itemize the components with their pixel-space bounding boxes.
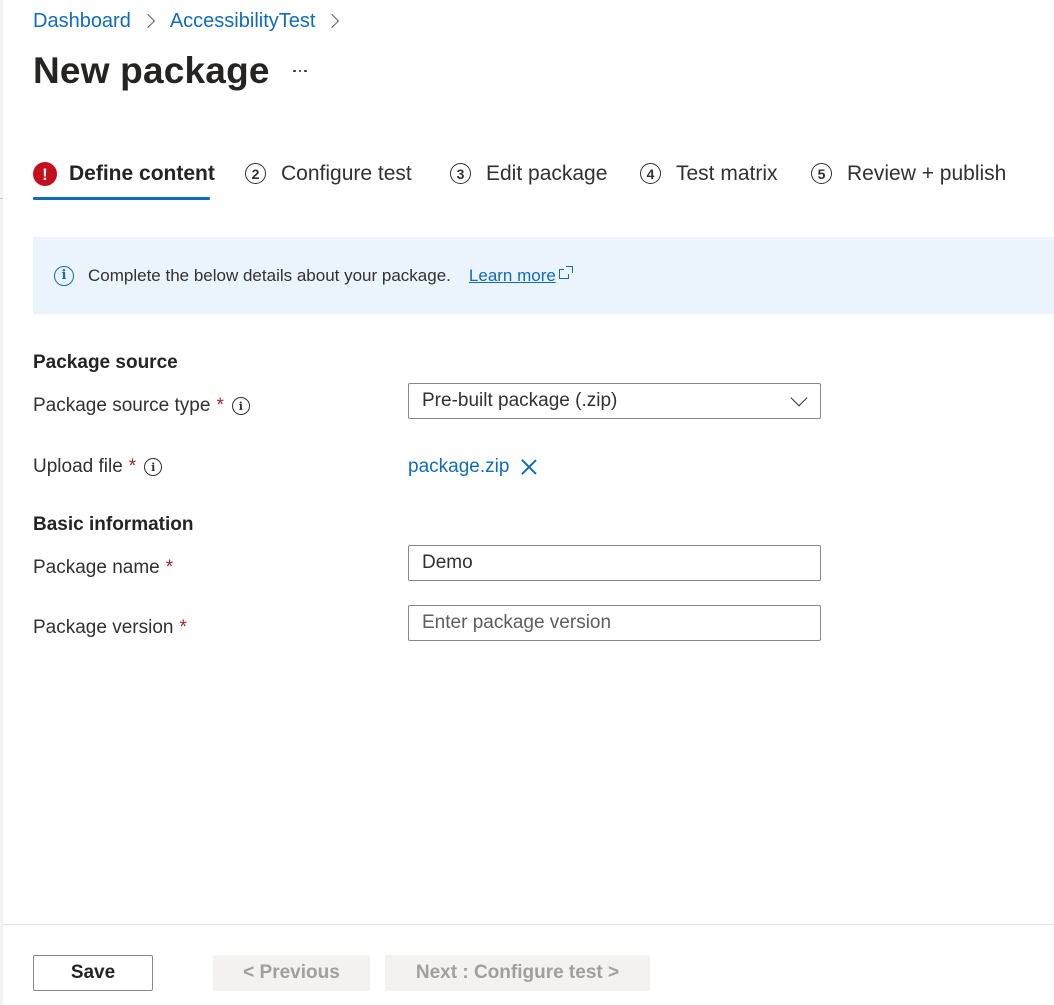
save-button[interactable]: Save [33, 955, 153, 991]
breadcrumb-accessibilitytest[interactable]: AccessibilityTest [170, 10, 316, 33]
tab-label: Test matrix [676, 162, 778, 185]
chevron-down-icon [790, 389, 808, 406]
learn-more-label: Learn more [468, 265, 556, 285]
next-configure-test-button[interactable]: Next : Configure test > [385, 955, 650, 991]
required-marker: * [216, 395, 224, 416]
tab-label: Configure test [281, 162, 412, 185]
required-marker: * [165, 557, 174, 578]
package-source-type-label: Package source type * i [33, 393, 250, 419]
required-marker: * [179, 617, 187, 638]
footer-divider [3, 924, 1054, 925]
step-number-icon: 2 [245, 163, 266, 184]
step-number-icon: 4 [640, 163, 661, 184]
label-text: Package version [33, 617, 174, 638]
tab-test-matrix[interactable]: 4 Test matrix [640, 155, 778, 201]
step-number-icon: 3 [450, 163, 471, 184]
left-edge-divider [0, 0, 3, 1005]
package-source-heading: Package source [33, 352, 178, 373]
package-name-input[interactable] [408, 545, 821, 581]
ellipsis-icon [293, 69, 296, 73]
label-text: Package source type [33, 395, 211, 416]
ellipsis-icon-dot [298, 69, 302, 73]
tab-edit-package[interactable]: 3 Edit package [450, 155, 607, 201]
breadcrumb-dashboard[interactable]: Dashboard [33, 10, 131, 33]
ellipsis-icon-dot [304, 69, 307, 73]
page-title: New package [33, 50, 270, 91]
previous-button[interactable]: < Previous [213, 955, 370, 991]
external-link-icon [558, 265, 573, 280]
tab-label: Review + publish [847, 162, 1007, 185]
label-text: Upload file [33, 456, 123, 477]
close-icon[interactable] [521, 459, 537, 475]
external-link-icon-box-right [567, 273, 570, 279]
info-icon: i [54, 265, 74, 286]
info-message-text: Complete the below details about your pa… [88, 265, 451, 285]
tab-configure-test[interactable]: 2 Configure test [245, 155, 412, 201]
chevron-right-icon [325, 13, 340, 29]
info-message-bar: i Complete the below details about your … [33, 237, 1054, 314]
info-icon[interactable]: i [144, 458, 163, 476]
external-link-icon-arrow [565, 265, 573, 273]
upload-file-label: Upload file * i [33, 454, 163, 480]
chevron-right-icon [140, 13, 155, 29]
info-icon[interactable]: i [231, 397, 250, 415]
breadcrumb: Dashboard AccessibilityTest [33, 8, 340, 34]
external-link-icon-box-top [558, 268, 564, 270]
tab-define-content[interactable]: ! Define content [33, 155, 215, 201]
package-version-input[interactable] [408, 605, 821, 641]
more-options-button[interactable] [285, 60, 315, 82]
uploaded-file-name[interactable]: package.zip [408, 456, 509, 478]
tab-review-publish[interactable]: 5 Review + publish [811, 155, 1006, 201]
tab-label: Edit package [486, 162, 608, 185]
label-text: Package name [33, 557, 160, 578]
dropdown-selected-value: Pre-built package (.zip) [422, 390, 618, 411]
error-icon: ! [33, 162, 57, 186]
left-edge-mark [0, 198, 3, 199]
active-tab-indicator [33, 197, 210, 200]
step-number-icon: 5 [811, 163, 832, 184]
package-name-label: Package name * [33, 555, 173, 581]
required-marker: * [128, 456, 137, 477]
new-package-page: Dashboard AccessibilityTest New package … [0, 0, 1054, 1005]
learn-more-link[interactable]: Learn more [468, 265, 573, 286]
wizard-tabs: ! Define content 2 Configure test 3 Edit… [33, 155, 1054, 201]
uploaded-file: package.zip [408, 454, 537, 480]
tab-label: Define content [69, 162, 215, 185]
basic-information-heading: Basic information [33, 514, 194, 535]
package-version-label: Package version * [33, 615, 187, 641]
package-source-type-dropdown[interactable]: Pre-built package (.zip) [408, 383, 821, 419]
